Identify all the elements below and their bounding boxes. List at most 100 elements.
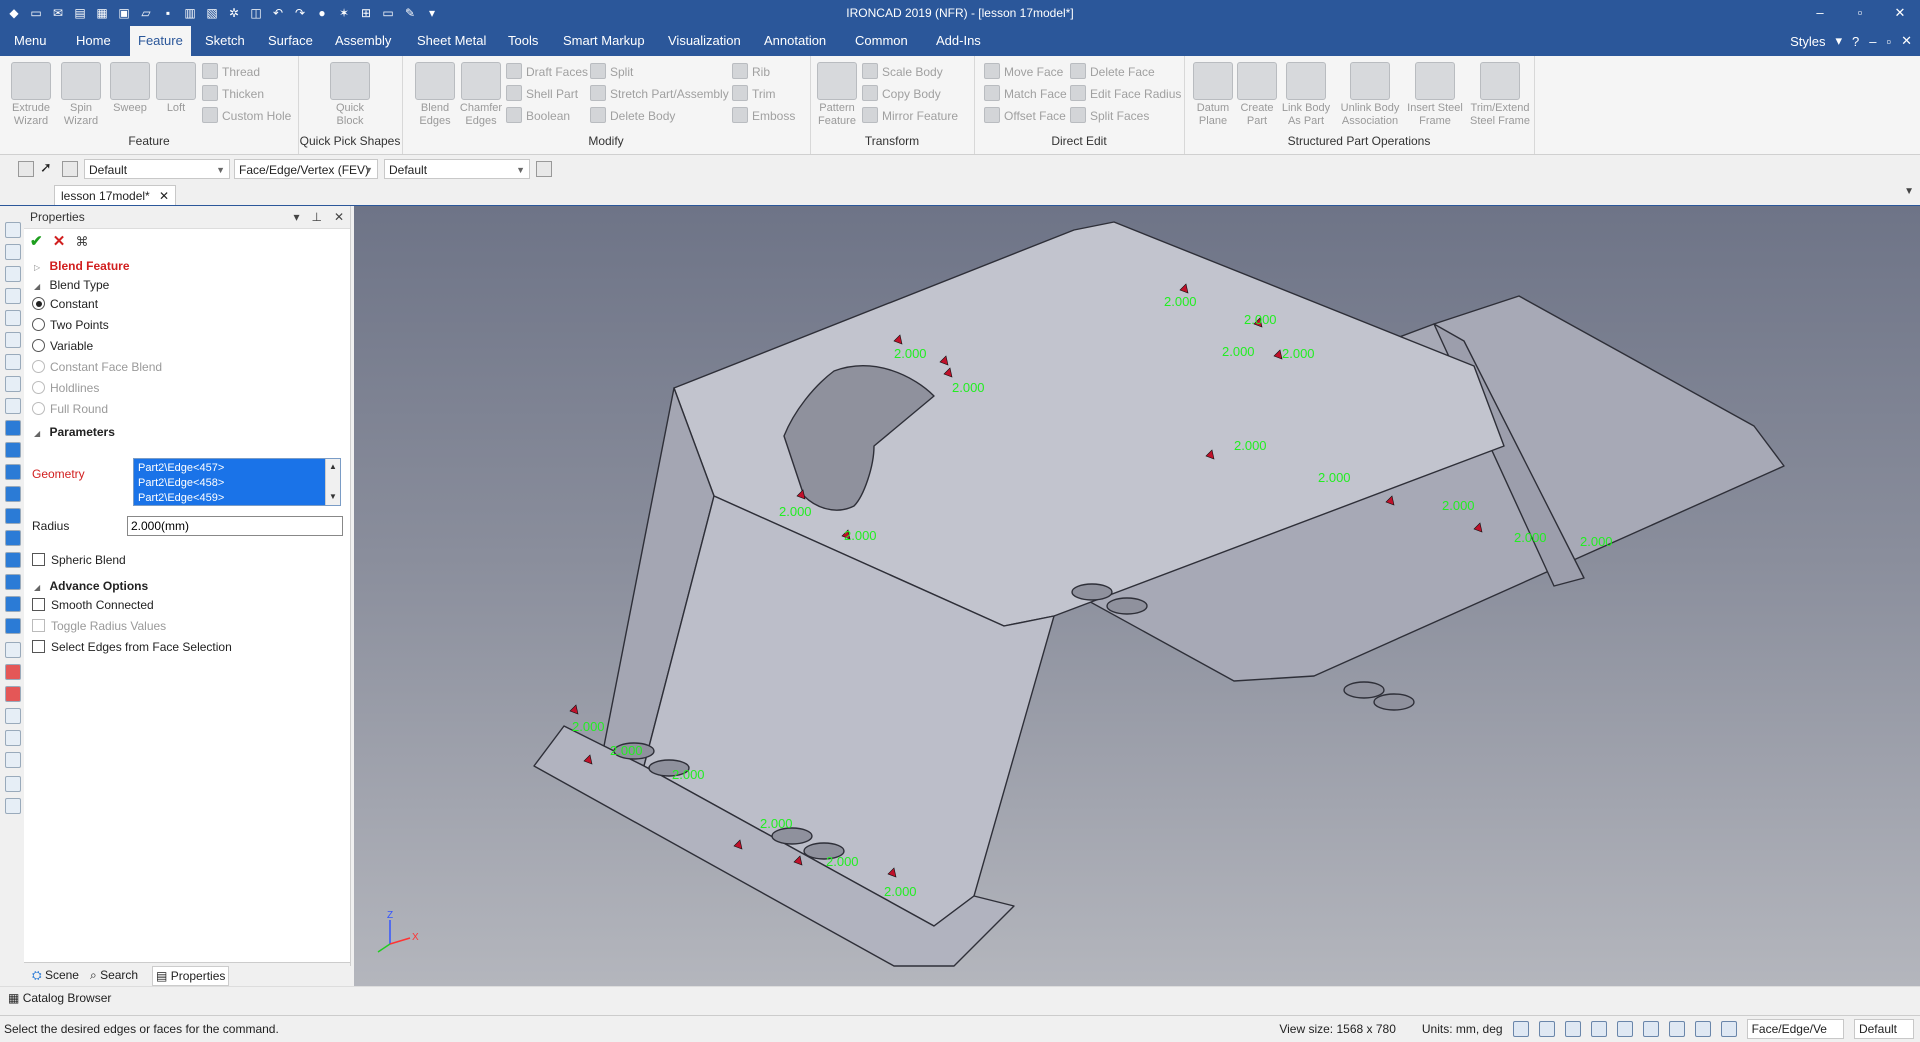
radio-full-round[interactable]: Full Round	[32, 399, 108, 419]
smooth-connected-checkbox[interactable]: Smooth Connected	[32, 595, 154, 615]
tab-list-chevron-icon[interactable]: ▼	[1904, 186, 1914, 197]
spin-wizard-button[interactable]: Spin Wizard	[56, 62, 106, 128]
tab-sketch[interactable]: Sketch	[197, 26, 253, 56]
quick-block-button[interactable]: Quick Block	[325, 62, 375, 128]
panel-menu-chevron-icon[interactable]: ▾	[293, 206, 299, 228]
minimize-button[interactable]: –	[1800, 0, 1840, 26]
geometry-scrollbar[interactable]: ▲ ▼	[325, 459, 340, 505]
tab-surface[interactable]: Surface	[260, 26, 321, 56]
status-filter-dropdown[interactable]: Face/Edge/Ve	[1746, 1019, 1844, 1039]
render-icon[interactable]	[1616, 1021, 1633, 1037]
trim-extend-steel-frame-button[interactable]: Trim/Extend Steel Frame	[1468, 62, 1532, 128]
section-icon[interactable]	[5, 664, 21, 680]
link-body-as-part-button[interactable]: Link Body As Part	[1278, 62, 1334, 128]
ribbon-restore-icon[interactable]: ▫	[1886, 34, 1891, 49]
collapse-arrow-icon[interactable]: ◢	[34, 583, 40, 592]
box-view-icon[interactable]	[5, 596, 21, 612]
tab-smart-markup[interactable]: Smart Markup	[555, 26, 653, 56]
mirror-feature-button[interactable]: Mirror Feature	[862, 106, 958, 126]
display-mode-icon[interactable]	[1590, 1021, 1607, 1037]
chevron-down-icon[interactable]: ▾	[1835, 33, 1842, 49]
selection-filter-dropdown[interactable]: Face/Edge/Vertex (FEV) ▼	[234, 159, 378, 179]
box-view-icon[interactable]	[5, 442, 21, 458]
geometry-item[interactable]: Part2\Edge<459>	[138, 491, 336, 505]
tab-visualization[interactable]: Visualization	[660, 26, 749, 56]
orbit-icon[interactable]	[5, 752, 21, 768]
shell-part-button[interactable]: Shell Part	[506, 84, 578, 104]
thicken-button[interactable]: Thicken	[202, 84, 264, 104]
loft-button[interactable]: Loft	[151, 62, 201, 115]
tab-search[interactable]: ⌕ Search	[90, 966, 138, 984]
geometry-item[interactable]: Part2\Edge<458>	[138, 476, 336, 491]
split-button[interactable]: Split	[590, 62, 633, 82]
split-faces-button[interactable]: Split Faces	[1070, 106, 1149, 126]
wireframe-icon[interactable]	[1694, 1021, 1711, 1037]
angle-icon[interactable]	[5, 708, 21, 724]
apply-check-icon[interactable]: ✔	[30, 233, 43, 250]
ribbon-close-icon[interactable]: ✕	[1901, 33, 1912, 49]
zoom-icon[interactable]	[1512, 1021, 1529, 1037]
geometry-list[interactable]: Part2\Edge<457> Part2\Edge<458> Part2\Ed…	[133, 458, 341, 506]
expand-arrow-icon[interactable]: ▷	[34, 263, 40, 272]
box-view-icon[interactable]	[5, 530, 21, 546]
select-filter-icon[interactable]	[62, 161, 78, 177]
tab-tools[interactable]: Tools	[500, 26, 546, 56]
view-cube-icon[interactable]	[1564, 1021, 1581, 1037]
tab-feature[interactable]: Feature	[130, 26, 191, 56]
section-icon[interactable]	[5, 686, 21, 702]
tab-assembly[interactable]: Assembly	[327, 26, 399, 56]
status-scheme-dropdown[interactable]: Default	[1853, 1019, 1914, 1039]
extrude-wizard-button[interactable]: Extrude Wizard	[6, 62, 56, 128]
custom-hole-button[interactable]: Custom Hole	[202, 106, 291, 126]
copy-body-button[interactable]: Copy Body	[862, 84, 941, 104]
trim-button[interactable]: Trim	[732, 84, 776, 104]
cursor-icon[interactable]	[1720, 1021, 1737, 1037]
tool-icon[interactable]	[5, 310, 21, 326]
edit-face-radius-button[interactable]: Edit Face Radius	[1070, 84, 1181, 104]
spheric-blend-checkbox[interactable]: Spheric Blend	[32, 550, 126, 570]
cancel-x-icon[interactable]: ✕	[53, 233, 66, 250]
geometry-item[interactable]: Part2\Edge<457>	[138, 461, 336, 476]
collapse-arrow-icon[interactable]: ◢	[34, 282, 40, 291]
radio-holdlines[interactable]: Holdlines	[32, 378, 99, 398]
scheme-dropdown[interactable]: Default ▼	[384, 159, 530, 179]
restore-button[interactable]: ▫	[1840, 0, 1880, 26]
box-view-icon[interactable]	[5, 486, 21, 502]
tab-home[interactable]: Home	[68, 26, 119, 56]
chamfer-edges-button[interactable]: Chamfer Edges	[456, 62, 506, 128]
insert-steel-frame-button[interactable]: Insert Steel Frame	[1404, 62, 1466, 128]
catalog-browser-bar[interactable]: ▦ Catalog Browser	[0, 986, 1920, 1009]
tab-add-ins[interactable]: Add-Ins	[928, 26, 989, 56]
radio-constant-face-blend[interactable]: Constant Face Blend	[32, 357, 162, 377]
unlink-body-association-button[interactable]: Unlink Body Association	[1336, 62, 1404, 128]
thread-button[interactable]: Thread	[202, 62, 260, 82]
offset-face-button[interactable]: Offset Face	[984, 106, 1066, 126]
delete-face-button[interactable]: Delete Face	[1070, 62, 1155, 82]
rotate-icon[interactable]	[5, 730, 21, 746]
help-icon[interactable]: ?	[1852, 34, 1859, 49]
box-view-icon[interactable]	[5, 618, 21, 634]
tab-menu[interactable]: Menu	[6, 26, 55, 56]
select-mode-icon[interactable]	[18, 161, 34, 177]
box-view-icon[interactable]	[5, 508, 21, 524]
lighting-icon[interactable]	[1642, 1021, 1659, 1037]
tab-sheet-metal[interactable]: Sheet Metal	[409, 26, 494, 56]
close-button[interactable]: ✕	[1880, 0, 1920, 26]
close-tab-icon[interactable]: ✕	[159, 186, 169, 206]
tool-icon[interactable]	[5, 288, 21, 304]
pointer-icon[interactable]: ➚	[40, 159, 52, 176]
style-dropdown[interactable]: Default ▼	[84, 159, 230, 179]
blend-edges-button[interactable]: Blend Edges	[410, 62, 460, 128]
document-tab[interactable]: lesson 17model* ✕	[54, 185, 176, 205]
box-view-icon[interactable]	[5, 420, 21, 436]
ribbon-minimize-icon[interactable]: –	[1869, 34, 1876, 49]
scale-body-button[interactable]: Scale Body	[862, 62, 943, 82]
collapse-arrow-icon[interactable]: ◢	[34, 429, 40, 438]
tool-icon[interactable]	[5, 376, 21, 392]
datum-plane-button[interactable]: Datum Plane	[1188, 62, 1238, 128]
sketch-tool-icon[interactable]	[5, 798, 21, 814]
hierarchy-icon[interactable]	[536, 161, 552, 177]
match-face-button[interactable]: Match Face	[984, 84, 1067, 104]
shaded-icon[interactable]	[1668, 1021, 1685, 1037]
boolean-button[interactable]: Boolean	[506, 106, 570, 126]
